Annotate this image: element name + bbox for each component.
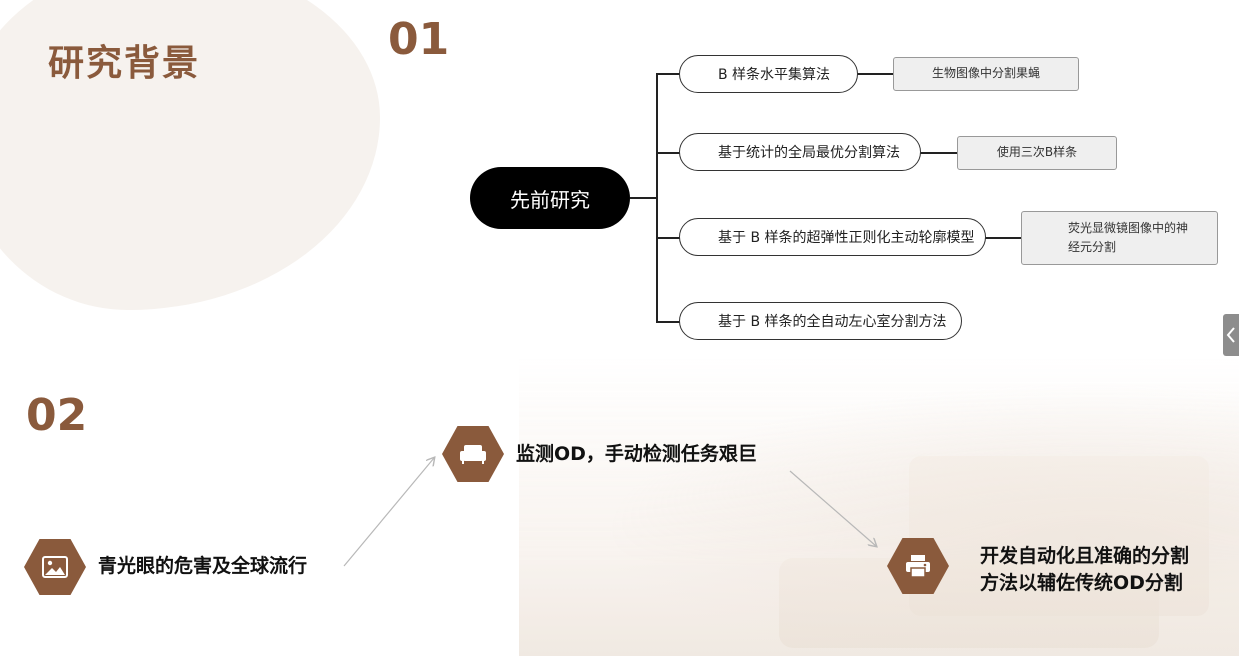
flow-arrow: [343, 458, 434, 567]
flow-step-3-line: 方法以辅佐传统OD分割: [980, 571, 1183, 594]
flow-step-3-line: 开发自动化且准确的分割: [980, 545, 1190, 567]
flow-step-3-label: 开发自动化且准确的分割 方法以辅佐传统OD分割: [980, 543, 1189, 596]
flow-step-2-label: 监测OD，手动检测任务艰巨: [516, 443, 757, 465]
sofa-icon: [460, 445, 486, 464]
image-icon: [42, 556, 68, 578]
flow-step-1-label: 青光眼的危害及全球流行: [98, 555, 308, 577]
flow-arrow: [789, 470, 876, 546]
chevron-left-icon: [1226, 327, 1235, 343]
printer-icon: [906, 555, 930, 578]
side-panel-toggle[interactable]: [1223, 314, 1239, 356]
